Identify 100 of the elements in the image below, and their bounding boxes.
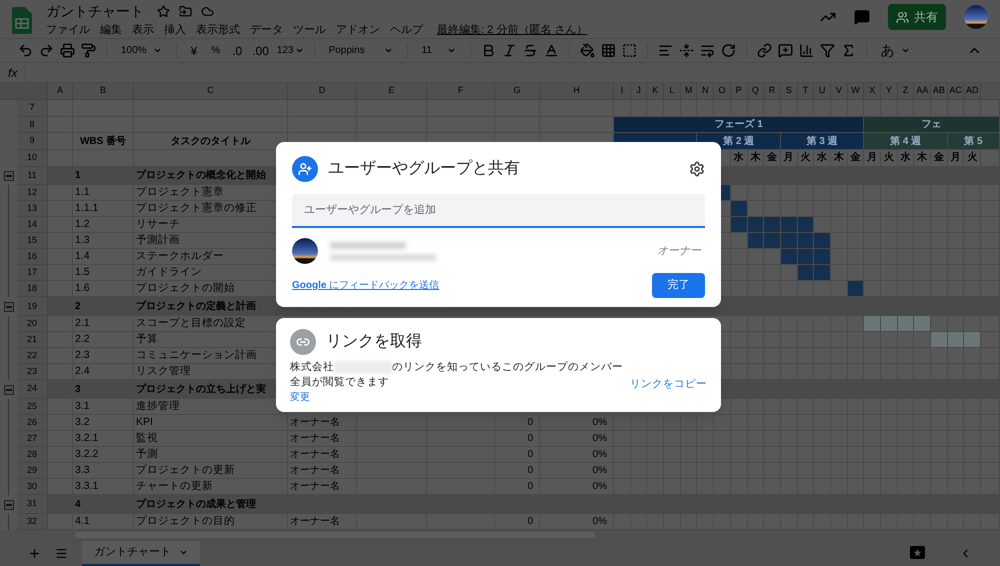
gantt-bar-cell[interactable] [748,233,764,250]
comment-icon[interactable] [854,9,870,25]
gantt-bar-cell[interactable] [798,249,814,266]
chart-icon[interactable] [798,43,814,58]
star-icon[interactable] [157,4,170,18]
row-number[interactable]: 17 [17,265,48,282]
sheet-tab[interactable]: ガントチャート [82,541,200,566]
row-number[interactable]: 12 [17,185,48,202]
gantt-bar-cell[interactable] [864,316,881,332]
row-number[interactable]: 22 [17,348,48,364]
change-link[interactable]: 変更 [290,390,310,405]
row-number[interactable]: 16 [17,249,48,266]
row-number[interactable]: 14 [17,217,48,234]
gantt-bar-cell[interactable] [748,217,764,234]
row-number[interactable]: 9 [17,133,48,150]
last-edit-link[interactable]: 最終編集: 2 分前（匿名 さん） [437,22,588,38]
gantt-bar-cell[interactable] [948,332,964,348]
row-number[interactable]: 31 [17,495,48,514]
row-number[interactable]: 23 [17,364,48,380]
gantt-bar-cell[interactable] [780,249,798,266]
gantt-bar-cell[interactable] [848,281,864,298]
font-size-dropdown[interactable]: 11 [418,43,460,58]
row-number[interactable]: 26 [17,415,48,432]
strikethrough-icon[interactable] [522,43,538,58]
explore-icon[interactable] [910,546,925,561]
menu-item[interactable]: 表示形式 [196,22,240,38]
copy-link[interactable]: リンクをコピー [630,377,707,393]
row-number[interactable]: 28 [17,447,48,464]
merge-icon[interactable] [622,43,637,58]
cloud-icon[interactable] [201,4,214,18]
wrap-icon[interactable] [700,43,715,58]
gantt-bar-cell[interactable] [764,233,781,250]
fill-color-icon[interactable] [580,43,595,58]
row-number[interactable]: 27 [17,431,48,448]
done-button[interactable]: 完了 [652,273,705,298]
gantt-bar-cell[interactable] [730,217,748,234]
menu-item[interactable]: 表示 [132,22,154,38]
add-people-field[interactable]: ユーザーやグループを追加 [292,194,705,228]
row-number[interactable]: 18 [17,281,48,298]
rotate-icon[interactable] [720,43,736,58]
print-icon[interactable] [60,43,75,58]
gantt-bar-cell[interactable] [798,217,814,234]
row-number[interactable]: 30 [17,479,48,496]
row-number[interactable]: 21 [17,332,48,348]
row-number[interactable]: 13 [17,201,48,218]
row-number[interactable]: 7 [17,100,48,117]
gantt-bar-cell[interactable] [931,332,948,348]
row-number[interactable]: 11 [17,166,48,186]
gantt-bar-cell[interactable] [798,233,814,250]
menu-item[interactable]: 編集 [100,22,122,38]
collapse-group-icon[interactable] [4,302,14,312]
add-comment-icon[interactable] [778,43,793,58]
text-color-icon[interactable] [544,43,559,58]
collapse-group-icon[interactable] [4,384,14,395]
borders-icon[interactable] [600,43,616,58]
row-number[interactable]: 8 [17,116,48,134]
row-number[interactable]: 24 [17,380,48,400]
gantt-bar-cell[interactable] [814,249,831,266]
decrease-decimals-button[interactable]: .0 [230,42,244,60]
row-number[interactable]: 29 [17,463,48,480]
row-number[interactable]: 20 [17,316,48,332]
menu-item[interactable]: データ [250,22,283,38]
undo-icon[interactable] [18,43,33,58]
gantt-bar-cell[interactable] [814,233,831,250]
gantt-bar-cell[interactable] [764,217,781,234]
more-formats-dropdown[interactable]: 123 [276,43,304,58]
add-sheet-icon[interactable] [28,547,41,560]
menu-item[interactable]: 挿入 [164,22,186,38]
feedback-link[interactable]: Google にフィードバックを送信 [292,278,440,293]
avatar[interactable] [964,5,988,29]
row-number[interactable]: 15 [17,233,48,250]
gantt-bar-cell[interactable] [964,332,982,348]
gantt-bar-cell[interactable] [798,265,814,282]
gantt-bar-cell[interactable] [780,217,798,234]
menu-item[interactable]: ヘルプ [390,22,423,38]
menu-item[interactable]: ツール [293,22,326,38]
avatar[interactable] [292,238,318,264]
gantt-bar-cell[interactable] [881,316,898,332]
menu-item[interactable]: ファイル [46,22,90,38]
filter-icon[interactable] [820,43,835,58]
paint-format-icon[interactable] [81,43,96,58]
row-number[interactable]: 25 [17,399,48,416]
folder-icon[interactable] [179,4,192,18]
collapse-group-icon[interactable] [4,500,14,510]
vertical-align-icon[interactable] [678,43,694,58]
zoom-dropdown[interactable]: 100% [117,43,166,58]
gantt-bar-cell[interactable] [780,233,798,250]
sheet-list-icon[interactable] [55,547,68,560]
redo-icon[interactable] [39,43,54,58]
input-tools-dropdown[interactable]: あ [876,40,914,61]
gantt-bar-cell[interactable] [914,316,932,332]
row-number[interactable]: 19 [17,297,48,316]
sheets-logo[interactable] [12,7,32,34]
gantt-bar-cell[interactable] [814,265,831,282]
italic-icon[interactable] [502,43,517,58]
share-button[interactable]: 共有 [888,4,946,30]
font-dropdown[interactable]: Poppins [324,43,397,58]
gantt-bar-cell[interactable] [898,316,914,332]
align-icon[interactable] [658,43,673,58]
percent-button[interactable]: % [207,43,224,58]
